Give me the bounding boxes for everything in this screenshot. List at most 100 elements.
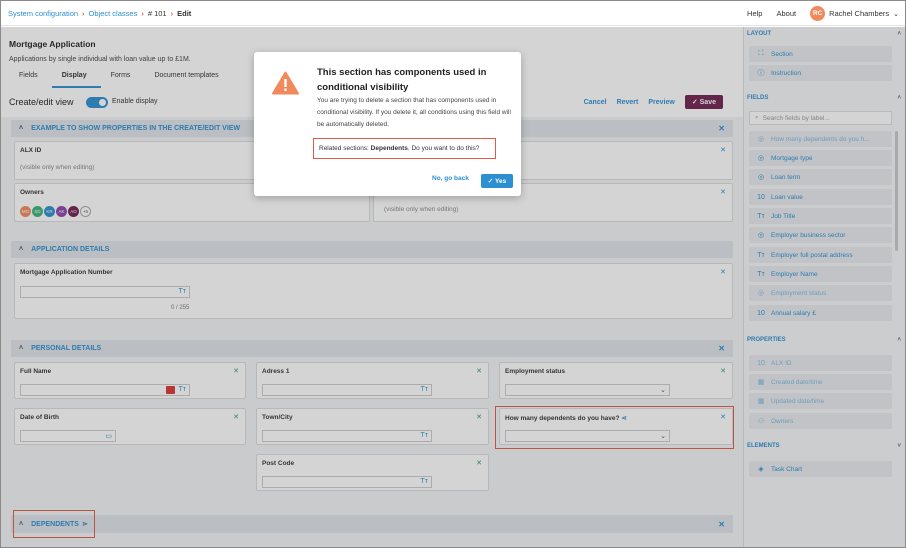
section-header-application-details[interactable]: ˄ APPLICATION DETAILS (11, 241, 733, 258)
fields-scrollbar[interactable] (895, 131, 898, 251)
tab-document-templates[interactable]: Document templates (144, 72, 232, 88)
chevron-up-icon[interactable]: ˄ (897, 31, 901, 37)
tab-forms[interactable]: Forms (101, 72, 145, 88)
panel-section-layout[interactable]: LAYOUT ˄ (747, 28, 903, 39)
field-card-mortgage-number[interactable]: Mortgage Application Number ✕ Tт 0 / 255 (14, 263, 733, 319)
search-placeholder: Search fields by label... (762, 114, 830, 122)
section-header-dependents[interactable]: ˄ DEPENDENTS ⋗ ✕ (11, 515, 733, 533)
field-card-date-of-birth[interactable]: Date of Birth ✕ ▭ (14, 408, 246, 445)
section-title: APPLICATION DETAILS (31, 246, 110, 253)
about-link[interactable]: About (776, 9, 796, 18)
field-card-dependents-question[interactable]: How many dependents do you have? ⋖ ✕ ⌄ (499, 408, 733, 445)
close-icon[interactable]: ✕ (718, 520, 725, 529)
text-input[interactable]: Tт (262, 430, 432, 442)
panel-item-element[interactable]: ◈ Task Chart (749, 461, 892, 477)
close-icon[interactable]: ✕ (476, 367, 482, 375)
close-icon[interactable]: ✕ (720, 413, 726, 421)
panel-item-field[interactable]: Tт Employer full postal address (749, 247, 892, 263)
panel-item-label: Loan term (771, 173, 801, 181)
chevron-up-icon[interactable]: ˄ (19, 521, 23, 528)
close-icon[interactable]: ✕ (720, 188, 726, 196)
help-link[interactable]: Help (747, 9, 762, 18)
chevron-down-icon[interactable]: ˅ (897, 443, 901, 449)
save-button[interactable]: ✓ Save (684, 95, 723, 109)
user-menu[interactable]: RC Rachel Chambers ⌄ (810, 6, 899, 21)
conditional-visibility-icon: ⋖ (621, 415, 627, 422)
panel-item-field[interactable]: ◎ Employer business sector (749, 227, 892, 243)
text-input[interactable]: Tт (20, 384, 190, 396)
field-card-address[interactable]: Adress 1 ✕ Tт (256, 362, 489, 399)
breadcrumb-object-classes[interactable]: Object classes (89, 9, 138, 18)
yes-button[interactable]: ✓ Yes (481, 174, 513, 188)
breadcrumb-object-id[interactable]: # 101 (148, 9, 167, 18)
chevron-up-icon[interactable]: ˄ (897, 337, 901, 343)
field-card-employment-status[interactable]: Employment status ✕ ⌄ (499, 362, 733, 399)
panel-item-field[interactable]: ◎ Loan term (749, 169, 892, 185)
field-card-town-city[interactable]: Town/City ✕ Tт (256, 408, 489, 445)
text-input[interactable]: Tт (20, 286, 190, 298)
check-icon: ✓ (487, 178, 496, 185)
text-input[interactable]: Tт (262, 476, 432, 488)
chevron-up-icon[interactable]: ˄ (19, 345, 23, 352)
date-input[interactable]: ▭ (20, 430, 116, 442)
panel-section-properties[interactable]: PROPERTIES ˄ (747, 334, 903, 345)
panel-item-label: Employer full postal address (771, 251, 853, 259)
chevron-up-icon[interactable]: ˄ (19, 125, 23, 132)
close-icon[interactable]: ✕ (720, 367, 726, 375)
tab-fields[interactable]: Fields (9, 72, 52, 88)
tab-display[interactable]: Display (51, 72, 101, 88)
panel-item-field[interactable]: 10 Loan value (749, 189, 892, 205)
check-icon: ✓ (691, 99, 700, 106)
close-icon[interactable]: ✕ (720, 146, 726, 154)
close-icon[interactable]: ✕ (233, 367, 239, 375)
panel-item-property[interactable]: ⚇ Owners (749, 413, 892, 429)
field-card-post-code[interactable]: Post Code ✕ Tт (256, 454, 489, 491)
panel-item-instruction[interactable]: ⓘ Instruction (749, 65, 892, 81)
panel-section-elements[interactable]: ELEMENTS ˅ (747, 440, 903, 451)
field-label: Adress 1 (262, 368, 290, 375)
panel-item-field[interactable]: ◎ Mortgage type (749, 150, 892, 166)
cancel-button[interactable]: Cancel (584, 99, 607, 106)
enable-display-toggle[interactable] (86, 97, 108, 108)
close-icon[interactable]: ✕ (720, 268, 726, 276)
top-right-nav: Help About RC Rachel Chambers ⌄ (747, 6, 899, 21)
field-card-full-name[interactable]: Full Name ✕ Tт (14, 362, 246, 399)
panel-item-field[interactable]: ◎ Employment status (749, 285, 892, 301)
calendar-icon: ▭ (105, 433, 112, 440)
close-icon[interactable]: ✕ (718, 344, 725, 353)
chevron-up-icon[interactable]: ˄ (19, 246, 23, 253)
panel-item-property[interactable]: ▦ Updated date/time (749, 393, 892, 409)
chart-icon: ◈ (758, 466, 764, 473)
panel-item-field[interactable]: ◎ How many dependents do you h... (749, 131, 892, 147)
field-hint: (visible only when editing) (20, 164, 95, 171)
text-input[interactable]: Tт (262, 384, 432, 396)
panel-item-section[interactable]: ⛶ Section (749, 46, 892, 62)
section-icon: ⛶ (758, 50, 764, 57)
no-go-back-button[interactable]: No, go back (432, 175, 469, 182)
chevron-up-icon[interactable]: ˄ (897, 95, 901, 101)
panel-item-field[interactable]: Tт Employer Name (749, 266, 892, 282)
close-icon[interactable]: ✕ (718, 124, 725, 133)
panel-item-label: How many dependents do you h... (771, 135, 870, 143)
section-header-personal-details[interactable]: ˄ PERSONAL DETAILS ✕ (11, 340, 733, 357)
preview-button[interactable]: Preview (648, 99, 674, 106)
close-icon[interactable]: ✕ (476, 413, 482, 421)
select-icon: ◎ (757, 232, 765, 239)
select-input[interactable]: ⌄ (505, 430, 670, 442)
field-search-input[interactable]: ⌕ Search fields by label... (749, 111, 892, 125)
avatar: RC (810, 6, 826, 21)
panel-item-property[interactable]: ▦ Created date/time (749, 374, 892, 390)
select-input[interactable]: ⌄ (505, 384, 670, 396)
close-icon[interactable]: ✕ (476, 459, 482, 467)
breadcrumb-system-configuration[interactable]: System configuration (8, 9, 78, 18)
avatar: KR (44, 206, 55, 217)
panel-item-field[interactable]: 10 Annual salary £ (749, 305, 892, 321)
panel-section-fields[interactable]: FIELDS ˄ (747, 92, 903, 103)
revert-button[interactable]: Revert (617, 99, 639, 106)
close-icon[interactable]: ✕ (233, 413, 239, 421)
panel-item-property[interactable]: 10 ALX ID (749, 355, 892, 371)
field-label: Town/City (262, 414, 293, 421)
chevron-down-icon: ⌄ (660, 433, 666, 440)
panel-item-field[interactable]: Tт Job Title (749, 208, 892, 224)
number-icon: 10 (757, 359, 765, 367)
